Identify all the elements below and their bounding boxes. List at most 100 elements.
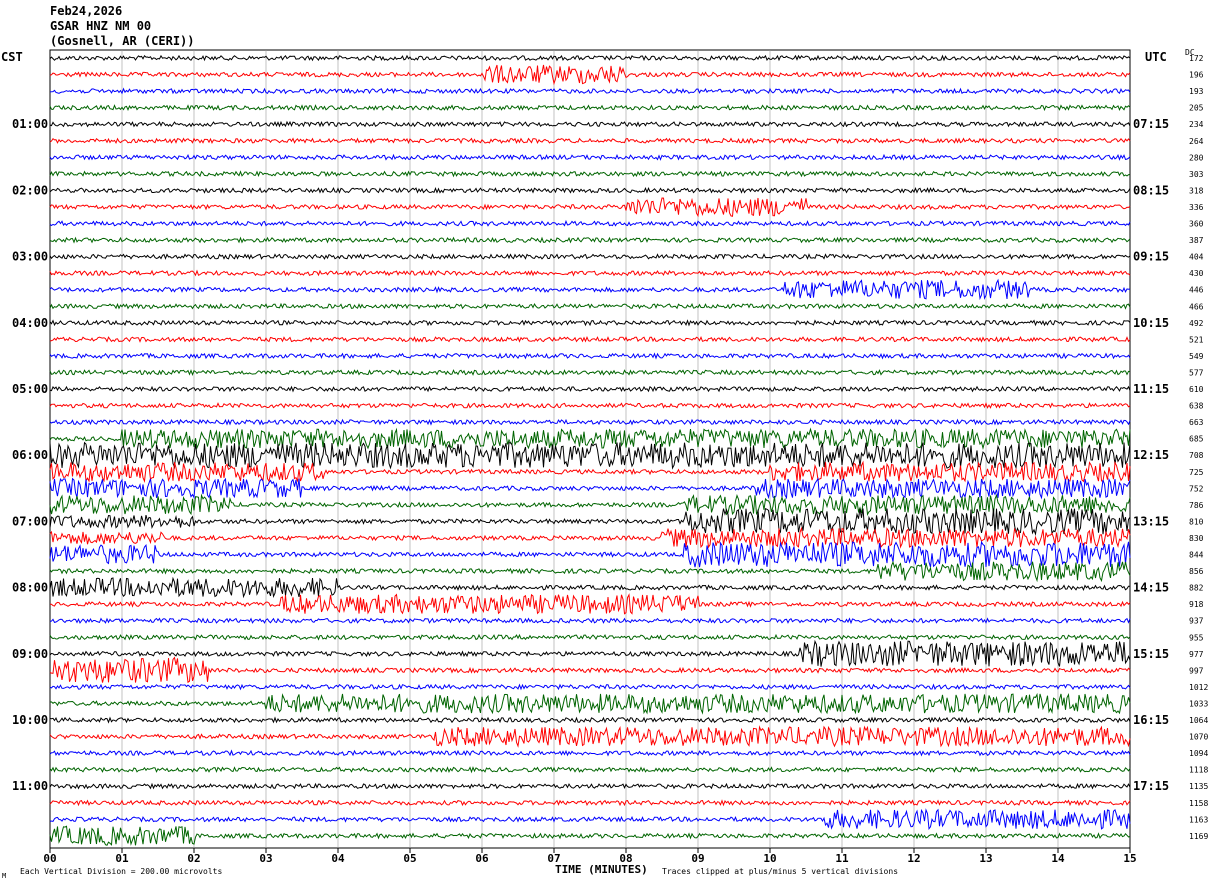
trace-line [49, 418, 1131, 426]
trace-line [49, 104, 1131, 112]
trace-line [49, 369, 1131, 377]
right-hour-label: 09:15 [1133, 250, 1169, 264]
dc-offset-label: 1163 [1189, 815, 1208, 824]
trace-line [49, 477, 1131, 500]
left-hour-label: 07:00 [12, 514, 48, 528]
trace-line [49, 508, 1131, 536]
seismogram-view: Feb24,2026 GSAR HNZ NM 00 (Gosnell, AR (… [0, 0, 1210, 886]
trace-line [49, 54, 1131, 62]
trace-line [49, 87, 1131, 95]
x-tick-label: 04 [331, 852, 345, 865]
dc-offset-label: 1158 [1189, 799, 1208, 808]
dc-offset-label: 360 [1189, 220, 1204, 229]
left-hour-label: 04:00 [12, 316, 48, 330]
dc-offset-label: 205 [1189, 104, 1204, 113]
x-tick-label: 10 [763, 852, 776, 865]
trace-line [49, 278, 1131, 301]
dc-offset-label: 549 [1189, 352, 1204, 361]
dc-offset-label: 303 [1189, 170, 1204, 179]
dc-offset-label: 955 [1189, 633, 1204, 642]
trace-line [49, 808, 1131, 830]
right-hour-label: 11:15 [1133, 382, 1169, 396]
x-tick-label: 06 [475, 852, 489, 865]
dc-offset-label: 918 [1189, 600, 1204, 609]
dc-offset-label: 446 [1189, 286, 1204, 295]
trace-line [49, 633, 1131, 641]
trace-line [49, 749, 1131, 757]
x-tick-label: 05 [403, 852, 416, 865]
trace-line [49, 692, 1131, 715]
trace-line [49, 656, 1131, 684]
dc-offset-label: 752 [1189, 484, 1204, 493]
x-tick-label: 15 [1123, 852, 1136, 865]
trace-line [49, 219, 1131, 227]
right-hour-label: 15:15 [1133, 647, 1169, 661]
trace-line [49, 385, 1131, 393]
dc-offset-label: 521 [1189, 335, 1204, 344]
dc-offset-label: 280 [1189, 153, 1204, 162]
trace-line [49, 253, 1131, 260]
dc-offset-label: 492 [1189, 319, 1204, 328]
left-hour-label: 10:00 [12, 713, 48, 727]
x-tick-label: 07 [547, 852, 560, 865]
trace-line [49, 460, 1131, 484]
dc-offset-label: 844 [1189, 551, 1204, 560]
left-hour-label: 06:00 [12, 448, 48, 462]
trace-line [49, 302, 1131, 310]
dc-offset-label: 830 [1189, 534, 1204, 543]
right-hour-label: 17:15 [1133, 779, 1169, 793]
trace-line [49, 427, 1131, 450]
trace-line [49, 352, 1131, 360]
left-hour-label: 05:00 [12, 382, 48, 396]
left-hour-label: 02:00 [12, 183, 48, 197]
x-tick-label: 12 [907, 852, 920, 865]
trace-line [49, 335, 1131, 343]
dc-offset-label: 1169 [1189, 832, 1208, 841]
trace-line [49, 319, 1131, 327]
trace-line [49, 186, 1131, 194]
dc-offset-label: 1012 [1189, 683, 1208, 692]
dc-offset-label: 882 [1189, 584, 1204, 593]
trace-line [49, 402, 1131, 409]
dc-offset-label: 466 [1189, 302, 1204, 311]
dc-offset-label: 1064 [1189, 716, 1208, 725]
x-tick-label: 03 [259, 852, 272, 865]
x-tick-label: 01 [115, 852, 129, 865]
right-hour-label: 14:15 [1133, 581, 1169, 595]
trace-line [49, 269, 1131, 277]
dc-offset-label: 193 [1189, 87, 1204, 96]
dc-offset-label: 1094 [1189, 749, 1208, 758]
x-tick-label: 13 [979, 852, 992, 865]
left-hour-label: 08:00 [12, 581, 48, 595]
dc-offset-label: 1118 [1189, 766, 1208, 775]
dc-offset-label: 196 [1189, 71, 1204, 80]
left-hour-label: 11:00 [12, 779, 48, 793]
trace-line [49, 137, 1131, 145]
trace-line [49, 825, 1131, 846]
x-tick-label: 02 [187, 852, 200, 865]
dc-offset-label: 234 [1189, 120, 1204, 129]
right-hour-label: 16:15 [1133, 713, 1169, 727]
trace-line [49, 782, 1131, 790]
dc-offset-label: 430 [1189, 269, 1204, 278]
trace-line [49, 120, 1131, 128]
left-hour-label: 01:00 [12, 117, 48, 131]
trace-line [49, 540, 1131, 568]
trace-line [49, 593, 1131, 615]
dc-offset-label: 1135 [1189, 782, 1208, 791]
trace-line [49, 493, 1131, 517]
dc-offset-label: 856 [1189, 567, 1204, 576]
right-hour-label: 10:15 [1133, 316, 1169, 330]
trace-line [49, 766, 1131, 774]
dc-offset-label: 172 [1189, 54, 1204, 63]
dc-offset-label: 786 [1189, 501, 1204, 510]
trace-line [49, 560, 1131, 583]
seismogram-chart: 00 01 02 03 04 05 06 07 08 09 10 11 12 13 14 15 172 196 19… [12, 49, 1208, 865]
dc-offset-label: 404 [1189, 253, 1204, 262]
dc-offset-label: 725 [1189, 468, 1204, 477]
x-tick-label: 11 [835, 852, 849, 865]
x-tick-label: 09 [691, 852, 704, 865]
dc-offset-label: 336 [1189, 203, 1204, 212]
dc-offset-label: 810 [1189, 517, 1204, 526]
x-tick-label: 00 [43, 852, 56, 865]
